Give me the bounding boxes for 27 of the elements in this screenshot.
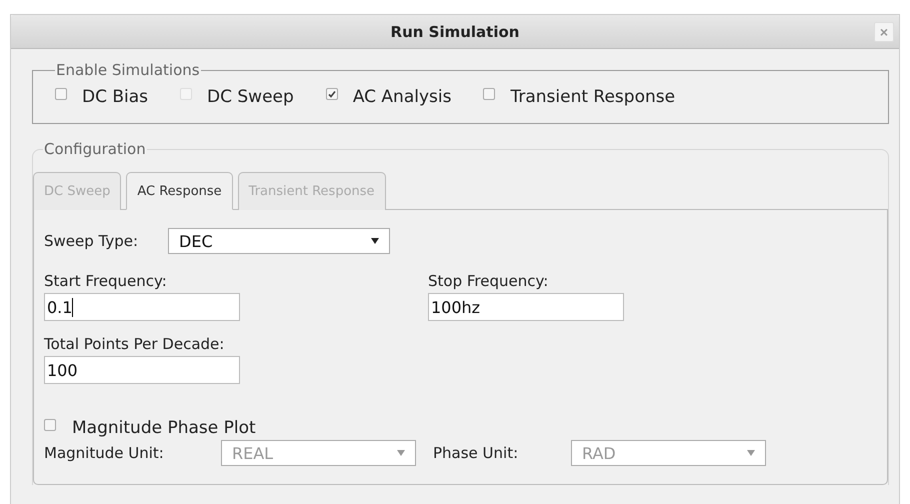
group-legend: Configuration [43,140,147,158]
field-label: Magnitude Unit: [44,444,165,462]
checkbox-label: Transient Response [510,87,676,107]
input-field[interactable]: 100 [44,356,240,384]
field-label: Total Points Per Decade: [44,335,226,353]
dropdown[interactable]: DEC [168,228,390,254]
text-cursor [72,298,74,316]
checkbox[interactable] [55,88,67,100]
field-label: Phase Unit: [433,444,520,462]
checkbox[interactable] [326,88,338,100]
caret-icon [747,450,755,456]
caret-icon [397,450,405,456]
caret-icon [371,238,380,244]
field-label: Stop Frequency: [428,272,550,290]
field-label: Start Frequency: [44,272,168,290]
input-field[interactable]: 100hz [428,293,624,321]
checkbox-label: AC Analysis [352,87,452,107]
field-label: Sweep Type: [44,232,138,250]
window-title: Run Simulation [390,22,520,40]
tab[interactable]: AC Response [126,172,233,210]
checkbox[interactable] [44,419,56,431]
checkbox-label: DC Bias [82,87,148,107]
group-legend: Enable Simulations [55,61,201,79]
checkbox-label: Magnitude Phase Plot [72,418,256,438]
input-field[interactable]: 0.1 [44,293,240,321]
checkbox[interactable] [483,88,496,100]
checkbox-label: DC Sweep [207,87,294,107]
